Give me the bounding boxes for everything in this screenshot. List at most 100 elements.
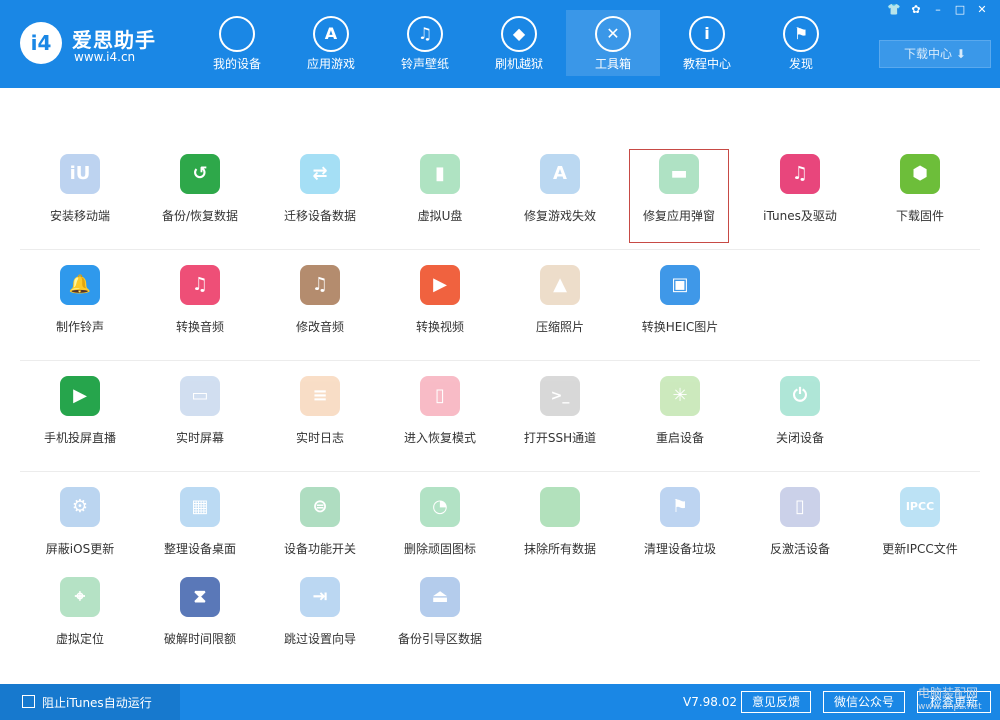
dropbox-icon: ◆ (501, 16, 537, 52)
info-icon: i (689, 16, 725, 52)
tool-convert-video[interactable]: ▶ 转换视频 (380, 251, 500, 361)
app-window: i4 爱思助手 www.i4.cn 我的设备 A 应用游戏 ♫ 铃声壁纸 ◆ 刷… (0, 0, 1000, 720)
power-icon: ⏻ (780, 376, 820, 416)
watermark-line2: www.dnpz.net (918, 702, 982, 712)
tool-label: 打开SSH通道 (523, 431, 597, 445)
compress-photo-icon: ▲ (540, 265, 580, 305)
app-store-icon: A (313, 16, 349, 52)
settings-icon[interactable]: ✿ (908, 3, 924, 17)
convert-audio-icon: ♫ (180, 265, 220, 305)
i4-mobile-icon: iU (60, 154, 100, 194)
tool-label: 修复应用弹窗 (642, 209, 715, 223)
tool-backup-restore[interactable]: ↺ 备份/恢复数据 (140, 140, 260, 250)
nav-label: 铃声壁纸 (400, 57, 449, 71)
close-icon[interactable]: ✕ (974, 3, 990, 17)
nav-label: 应用游戏 (306, 57, 355, 71)
skip-wizard-icon: ⇥ (300, 577, 340, 617)
recovery-mode-icon: ▯ (420, 376, 460, 416)
tool-label: 实时日志 (295, 431, 344, 445)
tool-label: 制作铃声 (55, 320, 104, 334)
tool-download-firmware[interactable]: ⬢ 下载固件 (860, 140, 980, 250)
tool-compress-photo[interactable]: ▲ 压缩照片 (500, 251, 620, 361)
tool-label: 转换HEIC图片 (641, 320, 719, 334)
tool-realtime-log[interactable]: ≡ 实时日志 (260, 362, 380, 472)
nav-tutorials[interactable]: i 教程中心 (660, 10, 754, 76)
organize-desktop-icon: ▦ (180, 487, 220, 527)
tool-break-time-limit[interactable]: ⧗ 破解时间限额 (140, 563, 260, 673)
tool-screen-mirror[interactable]: ▶ 手机投屏直播 (20, 362, 140, 472)
feedback-button[interactable]: 意见反馈 (741, 691, 811, 713)
tool-row-5: ⌖ 虚拟定位 ⧗ 破解时间限额 ⇥ 跳过设置向导 ⏏ 备份引导区数据 (20, 563, 980, 673)
nav-label: 刷机越狱 (494, 57, 543, 71)
tool-restart-device[interactable]: ✳ 重启设备 (620, 362, 740, 472)
footer-bar: 阻止iTunes自动运行 V7.98.02 意见反馈 微信公众号 检查更新 (0, 684, 1000, 720)
tool-skip-setup-wizard[interactable]: ⇥ 跳过设置向导 (260, 563, 380, 673)
tool-install-mobile[interactable]: iU 安装移动端 (20, 140, 140, 250)
tools-icon: ✕ (595, 16, 631, 52)
tool-edit-audio[interactable]: ♫ 修改音频 (260, 251, 380, 361)
checkbox-label: 阻止iTunes自动运行 (42, 696, 152, 710)
tool-label: 安装移动端 (49, 209, 110, 223)
ssh-terminal-icon: >_ (540, 376, 580, 416)
nav-discover[interactable]: ⚑ 发现 (754, 10, 848, 76)
app-url: www.i4.cn (74, 50, 136, 64)
tool-migrate-data[interactable]: ⇄ 迁移设备数据 (260, 140, 380, 250)
nav-apps-games[interactable]: A 应用游戏 (284, 10, 378, 76)
download-icon: ⬇ (955, 47, 966, 61)
main-nav: 我的设备 A 应用游戏 ♫ 铃声壁纸 ◆ 刷机越狱 ✕ 工具箱 i 教程中心 ⚑… (190, 10, 848, 76)
tool-label: iTunes及驱动 (763, 209, 837, 223)
nav-my-device[interactable]: 我的设备 (190, 10, 284, 76)
nav-label: 我的设备 (212, 57, 261, 71)
tool-label: 转换音频 (175, 320, 224, 334)
tool-label: 备份/恢复数据 (161, 209, 239, 223)
tool-label: 修改音频 (295, 320, 344, 334)
tool-virtual-location[interactable]: ⌖ 虚拟定位 (20, 563, 140, 673)
tool-open-ssh[interactable]: >_ 打开SSH通道 (500, 362, 620, 472)
tool-label: 清理设备垃圾 (643, 542, 716, 556)
tool-fix-app-popup[interactable]: ▬ 修复应用弹窗 (629, 149, 729, 243)
tool-convert-heic[interactable]: ▣ 转换HEIC图片 (620, 251, 740, 361)
music-folder-icon: ♫ (407, 16, 443, 52)
itunes-autorun-toggle[interactable]: 阻止iTunes自动运行 (0, 684, 180, 720)
tool-virtual-usb[interactable]: ▮ 虚拟U盘 (380, 140, 500, 250)
monitor-icon: ▭ (180, 376, 220, 416)
tool-make-ringtone[interactable]: 🔔 制作铃声 (20, 251, 140, 361)
tool-label: 实时屏幕 (175, 431, 224, 445)
heic-icon: ▣ (660, 265, 700, 305)
tool-realtime-screen[interactable]: ▭ 实时屏幕 (140, 362, 260, 472)
tool-label: 迁移设备数据 (283, 209, 356, 223)
minimize-icon[interactable]: – (930, 3, 946, 17)
firmware-cube-icon: ⬢ (900, 154, 940, 194)
tool-label: 虚拟U盘 (417, 209, 463, 223)
maximize-icon[interactable]: □ (952, 3, 968, 17)
tool-backup-boot-data[interactable]: ⏏ 备份引导区数据 (380, 563, 500, 673)
nav-ringtones-wallpapers[interactable]: ♫ 铃声壁纸 (378, 10, 472, 76)
tool-fix-game[interactable]: A 修复游戏失效 (500, 140, 620, 250)
edit-audio-icon: ♫ (300, 265, 340, 305)
wechat-button[interactable]: 微信公众号 (823, 691, 905, 713)
convert-video-icon: ▶ (420, 265, 460, 305)
tool-label: 转换视频 (415, 320, 464, 334)
tool-label: 删除顽固图标 (403, 542, 476, 556)
tool-shutdown-device[interactable]: ⏻ 关闭设备 (740, 362, 860, 472)
tool-label: 反激活设备 (769, 542, 830, 556)
tool-label: 手机投屏直播 (43, 431, 116, 445)
tool-label: 破解时间限额 (163, 632, 236, 646)
tool-row-3: ▶ 手机投屏直播 ▭ 实时屏幕 ≡ 实时日志 ▯ 进入恢复模式 >_ 打开SSH… (20, 362, 980, 472)
nav-toolbox[interactable]: ✕ 工具箱 (566, 10, 660, 76)
window-controls: 👕 ✿ – □ ✕ (886, 3, 990, 17)
nav-label: 工具箱 (594, 57, 631, 71)
usb-drive-icon: ▮ (420, 154, 460, 194)
restart-icon: ✳ (660, 376, 700, 416)
skin-icon[interactable]: 👕 (886, 3, 902, 17)
tool-label: 重启设备 (655, 431, 704, 445)
tool-label: 修复游戏失效 (523, 209, 596, 223)
nav-flash-jailbreak[interactable]: ◆ 刷机越狱 (472, 10, 566, 76)
tool-recovery-mode[interactable]: ▯ 进入恢复模式 (380, 362, 500, 472)
bell-icon: 🔔 (60, 265, 100, 305)
tool-label: 屏蔽iOS更新 (45, 542, 115, 556)
checkbox[interactable] (22, 695, 35, 708)
tool-convert-audio[interactable]: ♫ 转换音频 (140, 251, 260, 361)
tool-itunes-driver[interactable]: ♫ iTunes及驱动 (740, 140, 860, 250)
download-center-button[interactable]: 下载中心 ⬇ (879, 40, 991, 68)
